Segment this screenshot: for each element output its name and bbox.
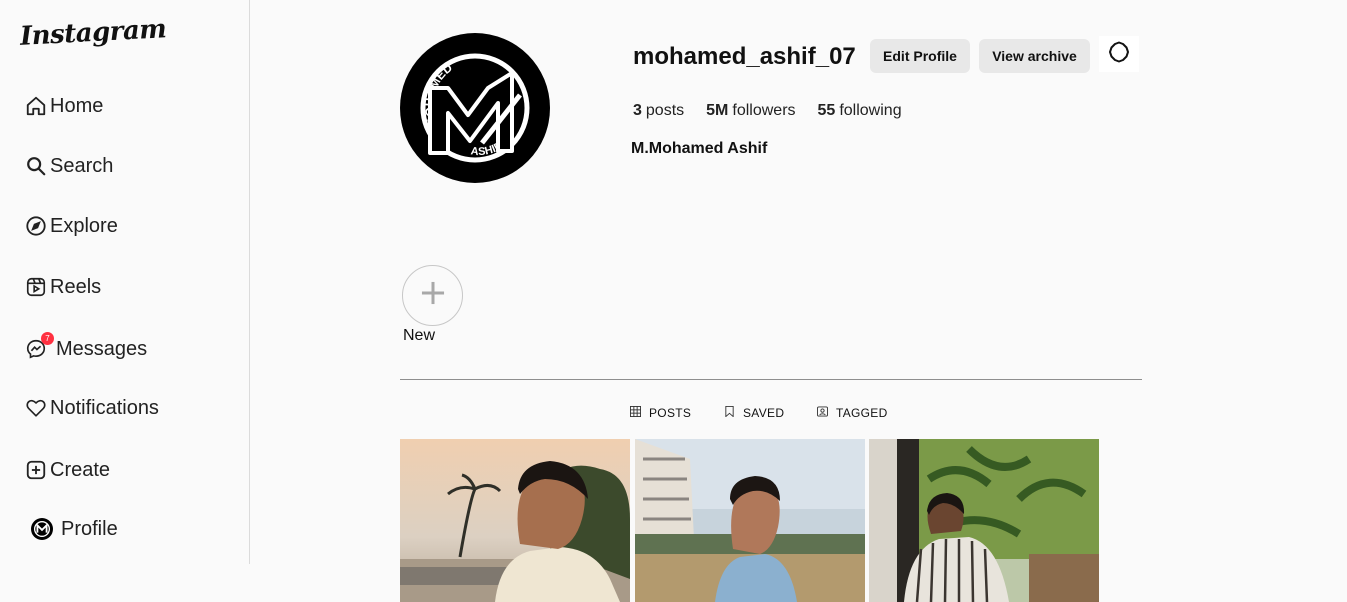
tab-label: SAVED bbox=[743, 406, 785, 420]
sidebar-item-home[interactable]: Home bbox=[24, 91, 103, 121]
sidebar-item-label: Explore bbox=[50, 214, 118, 237]
profile-username: mohamed_ashif_07 bbox=[633, 43, 856, 70]
post-thumbnail[interactable] bbox=[869, 439, 1099, 602]
post-thumbnail[interactable] bbox=[635, 439, 865, 602]
instagram-logo[interactable]: Instagram bbox=[19, 14, 167, 52]
sidebar: Instagram Home Search Explore Reels 7 Me… bbox=[0, 0, 250, 564]
gear-icon bbox=[1107, 40, 1131, 69]
profile-logo: MOHAMED ASHIF bbox=[409, 53, 530, 163]
profile-full-name: M.Mohamed Ashif bbox=[631, 140, 768, 157]
sidebar-item-messages[interactable]: 7 Messages bbox=[24, 332, 148, 364]
heart-icon bbox=[24, 396, 48, 420]
notification-badge: 7 bbox=[41, 332, 54, 345]
compass-icon bbox=[24, 214, 48, 238]
bookmark-icon bbox=[724, 406, 735, 420]
posts-stat[interactable]: 3 posts bbox=[633, 102, 684, 120]
sidebar-item-label: Profile bbox=[61, 517, 118, 540]
sidebar-item-label: Create bbox=[50, 458, 111, 481]
messenger-icon: 7 bbox=[24, 332, 54, 361]
view-archive-button[interactable]: View archive bbox=[979, 39, 1090, 73]
edit-profile-button[interactable]: Edit Profile bbox=[870, 39, 970, 73]
sidebar-item-label: Search bbox=[50, 154, 114, 177]
sidebar-item-label: Notifications bbox=[50, 396, 159, 419]
profile-avatar[interactable]: MOHAMED ASHIF bbox=[400, 33, 550, 183]
sidebar-item-create[interactable]: Create bbox=[24, 455, 110, 485]
plus-icon bbox=[416, 276, 450, 315]
sidebar-item-reels[interactable]: Reels bbox=[24, 272, 101, 302]
reels-icon bbox=[24, 275, 48, 299]
tab-tagged[interactable]: TAGGED bbox=[817, 406, 888, 420]
sidebar-item-search[interactable]: Search bbox=[24, 151, 113, 181]
home-icon bbox=[24, 94, 48, 118]
sidebar-item-notifications[interactable]: Notifications bbox=[24, 393, 159, 423]
plus-square-icon bbox=[24, 458, 48, 482]
search-icon bbox=[24, 154, 48, 178]
followers-stat[interactable]: 5M followers bbox=[706, 102, 795, 120]
tab-saved[interactable]: SAVED bbox=[724, 406, 784, 420]
new-highlight-button[interactable] bbox=[402, 265, 463, 326]
tagged-icon bbox=[817, 406, 828, 420]
post-thumbnail[interactable] bbox=[400, 439, 630, 602]
sidebar-item-label: Messages bbox=[56, 337, 148, 360]
profile-stats: 3 posts 5M followers 55 following bbox=[633, 102, 902, 120]
sidebar-item-profile[interactable]: Profile bbox=[31, 514, 118, 544]
sidebar-item-explore[interactable]: Explore bbox=[24, 211, 118, 241]
sidebar-item-label: Reels bbox=[50, 275, 102, 298]
new-highlight-label: New bbox=[403, 327, 436, 344]
avatar-icon bbox=[31, 518, 53, 540]
following-stat[interactable]: 55 following bbox=[818, 102, 902, 120]
tab-label: POSTS bbox=[649, 406, 692, 420]
post-image bbox=[400, 439, 630, 602]
post-image bbox=[635, 439, 865, 602]
tab-posts[interactable]: POSTS bbox=[630, 406, 691, 420]
divider bbox=[400, 379, 1142, 380]
settings-button[interactable] bbox=[1099, 36, 1139, 72]
sidebar-item-label: Home bbox=[50, 94, 104, 117]
post-image bbox=[869, 439, 1099, 602]
tab-label: TAGGED bbox=[836, 406, 888, 420]
grid-icon bbox=[630, 406, 641, 420]
